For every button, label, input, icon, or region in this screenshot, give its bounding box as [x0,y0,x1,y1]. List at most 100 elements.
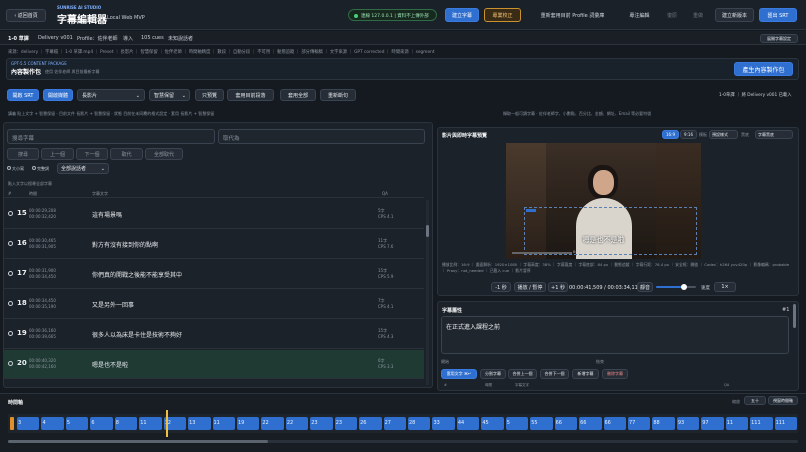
zoom-select[interactable]: 五十 [744,396,766,405]
timeline-segment[interactable]: 11 [139,417,162,430]
subtitle-textarea[interactable]: 在正式進入課程之前 [441,316,789,354]
template-select[interactable]: 預設樣式 [709,130,738,139]
row-text[interactable]: 你們真的開戰之後能不能享受其中 [92,270,182,279]
timeline-segment[interactable]: 5 [65,417,89,430]
split-button[interactable]: 分割字幕 [480,369,506,379]
timeline-segment[interactable]: 13 [188,417,211,430]
mute-button[interactable]: 靜音 [637,282,653,292]
export-srt-button[interactable]: 匯出 SRT [759,8,797,22]
timeline-segment[interactable]: 33 [432,417,455,430]
timeline-segment[interactable]: 66 [554,417,578,430]
open-srt-button[interactable]: 開啟 SRT [7,89,39,101]
speed-select[interactable]: 1× [714,282,736,292]
row-radio[interactable] [8,361,13,366]
volume-slider[interactable] [656,284,696,290]
ratio-16-9-tab[interactable]: 16:9 [662,130,679,139]
timeline-segment[interactable]: 23 [334,417,358,430]
undo-button[interactable]: 復原 [661,8,683,22]
timeline-segment[interactable]: 77 [627,417,651,430]
row-radio[interactable] [8,271,13,276]
timeline-segment[interactable]: 88 [652,417,675,430]
delete-subtitle-button[interactable]: 刪除字幕 [602,369,628,379]
next-match-button[interactable]: 下一個 [76,148,108,160]
timeline-segment[interactable]: 93 [676,417,700,430]
focus-edit-button[interactable]: 專注編輯 [623,8,656,22]
forward-1s-button[interactable]: +1 秒 [548,282,568,292]
volume-handle[interactable] [681,284,687,290]
timeline-segment[interactable]: 97 [701,417,724,430]
keep-select[interactable]: 智慧保留 ⌄ [149,89,190,101]
new-version-button[interactable]: 建立新版本 [715,8,754,22]
timeline-segment[interactable]: 22 [261,417,284,430]
open-media-button[interactable]: 開啟媒體 [43,89,73,101]
timeline-segment[interactable]: 111 [774,417,797,430]
playhead[interactable] [166,410,168,437]
resegment-button[interactable]: 重新斷句 [320,89,356,101]
timeline-segment[interactable]: 6 [90,417,113,430]
generate-content-button[interactable]: 產生內容製作包 [734,62,793,76]
row-radio[interactable] [8,241,13,246]
timeline-segment[interactable]: 4 [41,417,64,430]
merge-next-button[interactable]: 合併下一個 [540,369,569,379]
table-row[interactable]: 19 00:00:36,160 00:00:39,665 很多人以為床是卡住是技術不夠… [4,320,424,349]
row-text[interactable]: 這有場景嗎 [92,210,122,219]
attr-scrollbar[interactable] [793,304,796,328]
back-1s-button[interactable]: -1 秒 [491,282,511,292]
timeline-segment[interactable]: 66 [603,417,626,430]
timeline-segment[interactable]: 11 [212,417,235,430]
table-row[interactable]: 17 00:00:31,900 00:00:34,450 你們真的開戰之後能不能享受其… [4,260,424,289]
mini-progress[interactable] [512,252,572,254]
timeline-segment[interactable]: 55 [530,417,553,430]
table-row[interactable]: 20 00:00:40,320 00:00:42,160 嗯是也不是啦 6字 CPS 3.… [4,350,424,379]
timeline-segment[interactable]: 28 [408,417,431,430]
timeline-segment[interactable]: 22 [285,417,309,430]
timeline-segment[interactable]: 5 [505,417,529,430]
search-button[interactable]: 搜尋 [7,148,39,160]
row-radio[interactable] [8,331,13,336]
redo-button[interactable]: 重做 [687,8,709,22]
case-radio[interactable] [7,166,11,170]
timeline-segment[interactable]: 45 [481,417,504,430]
search-input[interactable]: 搜尋字幕 [7,129,215,144]
bg-select[interactable]: 字幕黑底 [755,130,793,139]
table-row[interactable]: 18 00:00:34,450 00:00:35,190 又是另外一回事 7字 CPS 4… [4,290,424,319]
apply-text-button[interactable]: 套用文字 ⌘↵ [441,369,477,379]
video-preview[interactable]: 嗯是也不是啦 0:20 / 0:44 [506,143,701,259]
apply-all-button[interactable]: 套用全部 [280,89,316,101]
prev-match-button[interactable]: 上一個 [41,148,74,160]
table-row[interactable]: 16 00:00:30,465 00:00:31,905 對方有沒有接到你的點啊 11字… [4,230,424,259]
timeline-segment[interactable]: 66 [579,417,602,430]
timeline-segment[interactable]: 11 [725,417,749,430]
preview-only-button[interactable]: 只預覽 [195,89,224,101]
replace-all-button[interactable]: 全部取代 [145,148,183,160]
replace-input[interactable]: 取代為 [218,129,425,144]
timeline-segment[interactable]: 23 [310,417,333,430]
ratio-9-16-tab[interactable]: 9:16 [680,130,697,139]
apply-current-button[interactable]: 套用目前段落 [227,89,274,101]
timeline-view-button[interactable]: 視窗時間軸 [768,396,798,405]
row-text[interactable]: 又是另外一回事 [92,300,134,309]
timeline-segment[interactable]: 27 [383,417,406,430]
table-row[interactable]: 15 00:00:29,208 00:00:32,420 這有場景嗎 5字 CPS 4.1 [4,200,424,229]
row-radio[interactable] [8,211,13,216]
row-text[interactable]: 對方有沒有接到你的點啊 [92,240,158,249]
row-text[interactable]: 很多人以為床是卡住是技術不夠好 [92,330,182,339]
expand-settings-button[interactable]: 展開字幕設定 [760,34,798,43]
pro-correct-button[interactable]: 專業校正 [484,8,521,22]
row-radio[interactable] [8,301,13,306]
replace-button[interactable]: 取代 [110,148,143,160]
create-subtitle-button[interactable]: 建立字幕 [445,8,479,22]
timeline-segment[interactable]: 26 [359,417,382,430]
timeline-segment[interactable]: 8 [114,417,138,430]
back-button[interactable]: ‹ 返回首頁 [6,9,46,22]
scrollbar-thumb[interactable] [426,225,429,237]
timeline-segment[interactable]: 19 [236,417,260,430]
row-text[interactable]: 嗯是也不是啦 [92,360,128,369]
preset-select[interactable]: 長影片 ⌄ [77,89,145,101]
timeline-segment[interactable]: 44 [456,417,480,430]
timeline-segment[interactable]: 3 [17,417,40,430]
whole-word-radio[interactable] [32,166,36,170]
play-pause-button[interactable]: 播放 / 暫停 [514,282,546,292]
reapply-profile-button[interactable]: 重新套用目前 Profile 詞彙庫 [526,8,619,22]
list-scrollbar[interactable] [426,200,429,385]
